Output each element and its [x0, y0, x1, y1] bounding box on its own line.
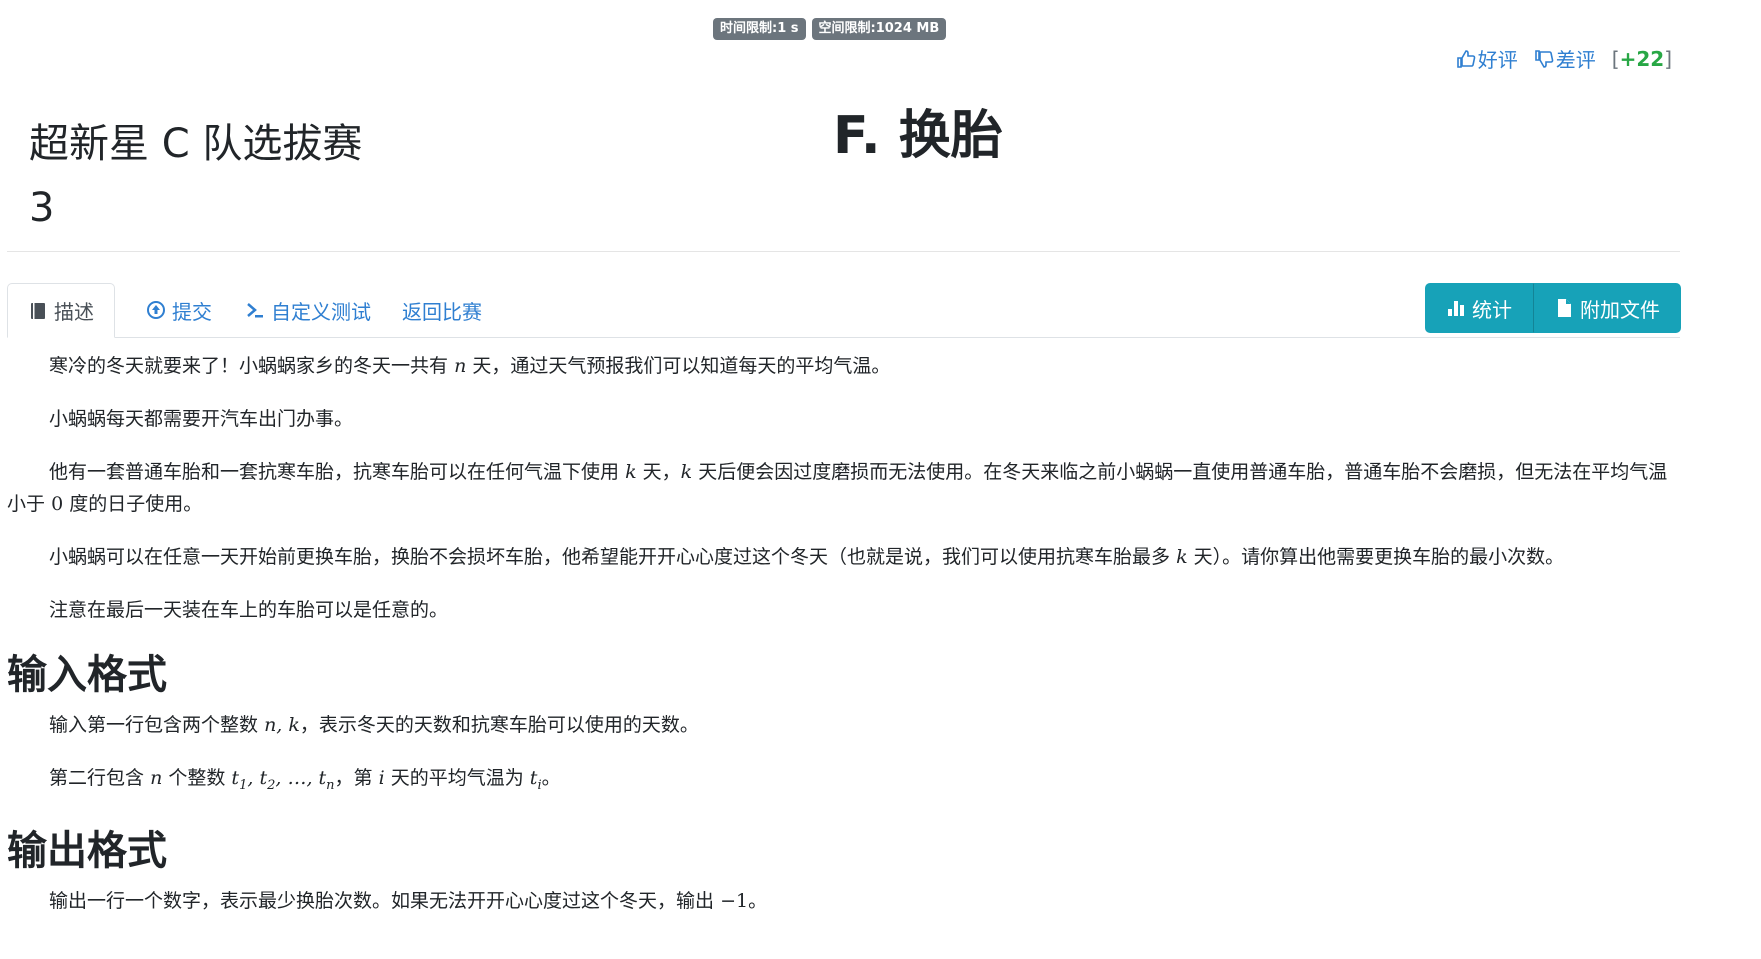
- book-icon: [31, 302, 45, 319]
- terminal-icon: [247, 303, 263, 318]
- p1-text-b: 天，通过天气预报我们可以知道每天的平均气温。: [472, 355, 891, 377]
- input-line-2: 第二行包含 n 个整数 t1, t2, …, tn，第 i 天的平均气温为 ti…: [7, 762, 1680, 802]
- score-close-bracket: ]: [1664, 46, 1672, 71]
- input-format-heading: 输入格式: [7, 652, 167, 698]
- tab-back-to-contest[interactable]: 返回比赛: [382, 283, 502, 337]
- statement-paragraph-4: 小蜗蜗可以在任意一天开始前更换车胎，换胎不会损坏车胎，他希望能开开心心度过这个冬…: [7, 541, 1680, 573]
- bar-chart-icon: [1448, 301, 1464, 316]
- contest-title-line1: 超新星 C 队选拔赛: [29, 121, 363, 167]
- problem-statement: 寒冷的冬天就要来了！小蜗蜗家乡的冬天一共有 n 天，通过天气预报我们可以知道每天…: [7, 350, 1680, 938]
- tab-description-label: 描述: [54, 300, 94, 324]
- output-l1-text-a: 输出一行一个数字，表示最少换胎次数。如果无法开开心心度过这个冬天，输出: [49, 889, 715, 912]
- math-dots: , …,: [275, 767, 319, 789]
- file-icon: [1558, 299, 1571, 317]
- thumbs-up-icon: [1456, 49, 1476, 68]
- rating-bar: 好评 差评 [+22]: [1456, 44, 1672, 73]
- p3-text-a: 他有一套普通车胎和一套抗寒车胎，抗寒车胎可以在任何气温下使用: [49, 461, 620, 483]
- math-sub-1: 1: [239, 777, 248, 793]
- output-l1-text-b: 。: [748, 889, 768, 912]
- tab-description[interactable]: 描述: [7, 283, 115, 338]
- upvote-link[interactable]: 好评: [1456, 44, 1518, 73]
- downvote-link[interactable]: 差评: [1534, 44, 1596, 73]
- downvote-label: 差评: [1555, 48, 1596, 72]
- tab-submit-label: 提交: [172, 299, 212, 324]
- math-minus-one: −1: [720, 889, 749, 912]
- score-open-bracket: [: [1611, 46, 1620, 71]
- contest-title-line2: 3: [29, 185, 55, 231]
- action-buttons: 统计 附加文件: [1425, 283, 1681, 333]
- problem-title: F. 换胎: [833, 106, 1003, 166]
- statement-paragraph-1: 寒冷的冬天就要来了！小蜗蜗家乡的冬天一共有 n 天，通过天气预报我们可以知道每天…: [7, 350, 1680, 382]
- input-l2-text-c: ，第: [334, 767, 373, 789]
- time-limit-badge: 时间限制:1 s: [713, 18, 806, 40]
- score-value: +22: [1619, 46, 1665, 71]
- attachments-button-label: 附加文件: [1580, 297, 1660, 322]
- p4-text-a: 小蜗蜗可以在任意一天开始前更换车胎，换胎不会损坏车胎，他希望能开开心心度过这个冬…: [49, 546, 1171, 568]
- input-l2-text-d: 天的平均气温为: [390, 767, 524, 789]
- math-k: k: [680, 461, 693, 483]
- attachments-button[interactable]: 附加文件: [1533, 283, 1681, 333]
- p1-text-a: 寒冷的冬天就要来了！小蜗蜗家乡的冬天一共有: [49, 355, 449, 377]
- math-zero: 0: [51, 493, 64, 515]
- math-k: k: [625, 461, 637, 483]
- math-t: t: [231, 767, 240, 789]
- math-t: t: [259, 767, 268, 789]
- limits-badges: 时间限制:1 s 空间限制:1024 MB: [713, 18, 947, 40]
- statement-paragraph-2: 小蜗蜗每天都需要开汽车出门办事。: [49, 408, 354, 430]
- math-n-k: n, k: [264, 714, 300, 736]
- contest-title: 超新星 C 队选拔赛 3: [29, 112, 362, 240]
- tab-custom-test-label: 自定义测试: [271, 299, 371, 324]
- p4-text-b: 天）。请你算出他需要更换车胎的最小次数。: [1193, 546, 1565, 568]
- stats-button[interactable]: 统计: [1425, 283, 1533, 333]
- tab-custom-test[interactable]: 自定义测试: [225, 283, 391, 337]
- input-l1-text-b: ，表示冬天的天数和抗寒车胎可以使用的天数。: [299, 714, 699, 736]
- upvote-label: 好评: [1477, 48, 1518, 72]
- statement-paragraph-5: 注意在最后一天装在车上的车胎可以是任意的。: [49, 599, 449, 621]
- header-divider: [7, 251, 1680, 252]
- math-n: n: [150, 767, 163, 789]
- input-line-1: 输入第一行包含两个整数 n, k，表示冬天的天数和抗寒车胎可以使用的天数。: [7, 709, 1680, 741]
- output-line-1: 输出一行一个数字，表示最少换胎次数。如果无法开开心心度过这个冬天，输出 −1。: [7, 885, 1680, 917]
- output-format-heading: 输出格式: [7, 827, 167, 874]
- tab-back-to-contest-label: 返回比赛: [402, 299, 482, 324]
- math-i: i: [378, 767, 385, 789]
- input-l1-text-a: 输入第一行包含两个整数: [49, 714, 259, 736]
- math-n: n: [454, 355, 467, 377]
- p3-text-d: 度的日子使用。: [69, 493, 203, 515]
- upload-circle-icon: [147, 301, 165, 319]
- math-sequence: t1, t2, …, tn: [231, 767, 335, 793]
- statement-paragraph-3: 他有一套普通车胎和一套抗寒车胎，抗寒车胎可以在任何气温下使用 k 天，k 天后便…: [7, 456, 1680, 520]
- input-l2-text-a: 第二行包含: [49, 767, 145, 789]
- math-sub-n: n: [326, 777, 335, 793]
- math-t-i: ti: [530, 767, 542, 793]
- input-l2-text-e: 。: [541, 767, 561, 789]
- stats-button-label: 统计: [1472, 297, 1512, 322]
- math-k: k: [1176, 546, 1188, 568]
- rating-score: [+22]: [1612, 47, 1672, 71]
- tab-submit[interactable]: 提交: [126, 283, 232, 337]
- p3-text-b: 天，: [642, 461, 681, 483]
- thumbs-down-icon: [1534, 49, 1554, 68]
- input-l2-text-b: 个整数: [168, 767, 226, 789]
- memory-limit-badge: 空间限制:1024 MB: [811, 18, 947, 40]
